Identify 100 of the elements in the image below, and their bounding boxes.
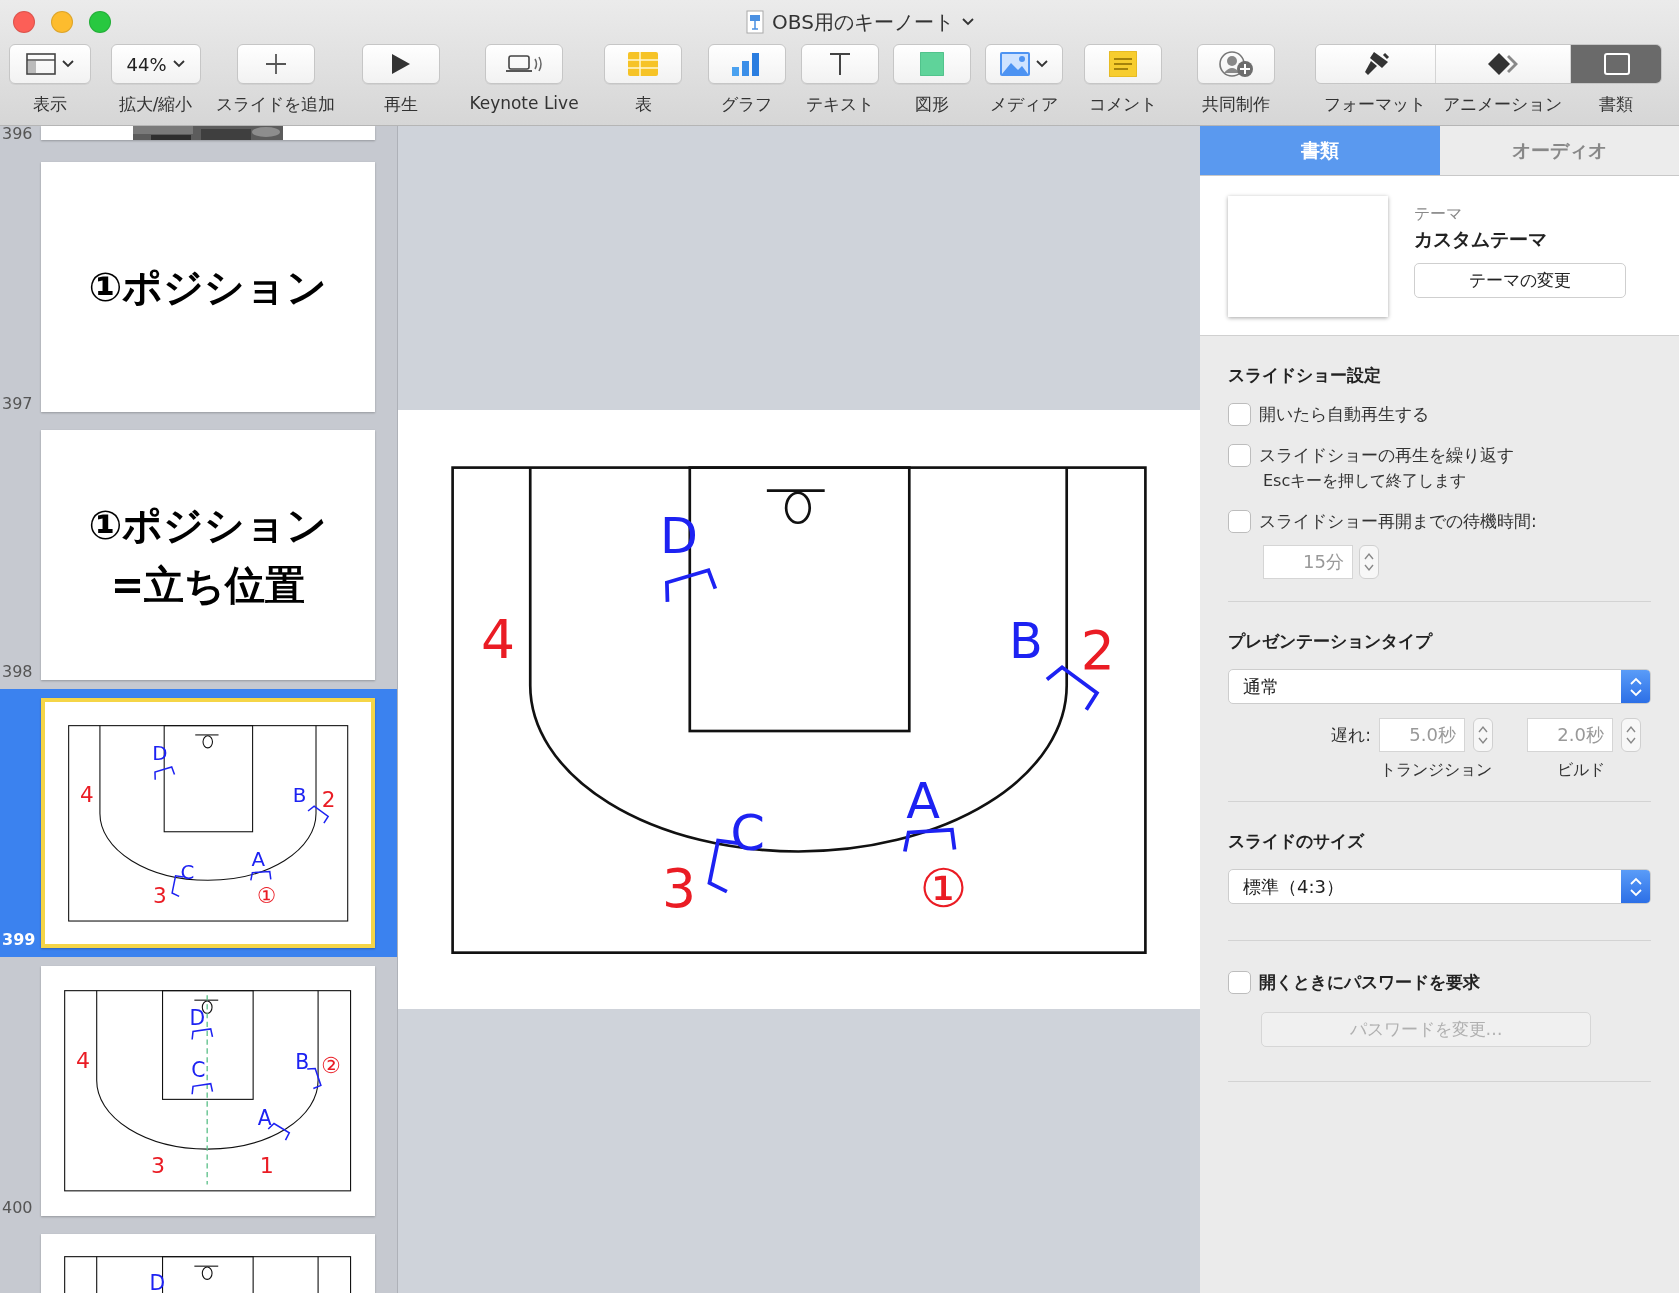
checkbox[interactable] [1228,403,1251,426]
text-icon [828,52,851,76]
laptop-broadcast-icon [505,54,543,74]
add-button[interactable] [236,44,315,84]
animate-tab[interactable] [1436,45,1571,83]
toolbar-label: メディア [990,93,1058,116]
stance-mark [903,827,957,852]
image-icon [1000,52,1030,76]
toolbar-label: アニメーション [1442,93,1563,116]
plus-icon [264,53,287,75]
updown-arrows-icon [1629,876,1642,897]
stance-mark [191,1083,214,1096]
change-theme-button[interactable]: テーマの変更 [1414,263,1626,298]
defender-letter: A [906,772,941,831]
slide-thumbnail[interactable]: ①ポジション [41,162,375,412]
player-number: 4 [481,607,516,671]
toolbar-label: 共同制作 [1202,93,1270,116]
defender-letter: A [258,1106,272,1131]
theme-caption: テーマ [1414,204,1462,225]
slide-number: 396 [1,126,34,142]
toolbar-label: 書類 [1598,93,1634,116]
text-button[interactable] [800,44,879,84]
stance-mark [665,567,718,602]
field-caption: ビルド [1556,760,1606,781]
close-button[interactable] [13,11,35,33]
slide-title: ①ポジション [88,263,328,312]
defender-letter: A [251,848,265,872]
checkbox[interactable] [1228,510,1251,533]
slide-number: 397 [1,396,34,412]
chevron-down-icon [1036,60,1048,68]
option-label: 開くときにパスワードを要求 [1259,971,1480,994]
defender-letter: B [1009,611,1043,670]
player-number: ② [321,1051,342,1078]
player-number: 1 [260,1152,275,1179]
slide-row[interactable]: 396 [0,126,397,153]
stepper[interactable] [1359,545,1379,579]
media-button[interactable] [985,44,1063,84]
stance-mark [191,1028,214,1041]
toolbar-label: コメント [1089,93,1157,116]
slide-row[interactable]: 400 D 4 C B ② A 3 1 [0,957,397,1225]
view-button[interactable] [9,44,91,84]
document-icon [746,10,765,34]
stance-mark [249,870,272,881]
popup-menu[interactable]: 標準（4:3） [1228,869,1651,904]
defender-letter: C [180,861,195,885]
slide-title: =立ち位置 [110,561,306,610]
player-number: 4 [79,782,94,808]
stance-mark [306,1067,323,1090]
document-tab[interactable] [1571,45,1661,83]
minimize-button[interactable] [51,11,73,33]
toolbar-label: フォーマット [1323,93,1427,116]
table-icon [628,52,658,76]
comment-button[interactable] [1084,44,1162,84]
format-tab[interactable] [1316,45,1436,83]
toolbar-label: 表示 [33,93,67,116]
section-heading: プレゼンテーションタイプ [1228,630,1434,653]
live-button[interactable] [485,44,563,84]
section-heading: スライドショー設定 [1228,364,1382,387]
defender-letter: C [730,804,765,863]
segmented-control[interactable] [1315,44,1662,84]
defender-letter: B [292,783,307,807]
note-icon [1109,51,1137,77]
bar-chart-icon [731,52,762,76]
zoom-button[interactable]: 44% [110,44,201,84]
slide-row[interactable]: 398 ①ポジション =立ち位置 [0,421,397,689]
slide-number: 399 [1,932,37,948]
slide-thumbnail[interactable]: ①ポジション =立ち位置 [41,430,375,680]
toolbar-label: テキスト [805,93,874,116]
play-button[interactable] [362,44,440,84]
diamond-icon [1487,52,1519,76]
zoom-button[interactable] [89,11,111,33]
popup-menu[interactable]: 通常 [1228,669,1651,704]
slide-thumbnail[interactable]: D 4 C B ② A 3 1 [41,966,375,1216]
updown-arrows-icon [1629,676,1642,697]
toolbar-label: 再生 [384,93,418,116]
player-number: 3 [151,1152,166,1179]
defender-letter: B [295,1050,310,1075]
delay-label: 遅れ: [1331,723,1371,747]
collaborate-button[interactable] [1197,44,1275,84]
option-label: スライドショー再開までの待機時間: [1259,510,1537,533]
slide-number: 400 [1,1200,34,1216]
panel-icon [1603,53,1630,75]
stepper[interactable] [1621,718,1641,752]
stepper[interactable] [1473,718,1493,752]
chart-button[interactable] [707,44,786,84]
checkbox[interactable] [1228,444,1251,467]
field-caption: トランジション [1379,760,1493,781]
toolbar-label: グラフ [721,93,772,116]
option-label: スライドショーの再生を繰り返す [1259,444,1514,467]
section-heading: スライドのサイズ [1228,830,1366,853]
slide-number: 398 [1,664,34,680]
chevron-down-icon [62,60,74,68]
window-title: OBS用のキーノート [772,8,954,36]
option-label: 開いたら自動再生する [1259,403,1429,426]
stepper-arrows-icon [1478,724,1488,746]
table-button[interactable] [604,44,682,84]
shape-button[interactable] [893,44,971,84]
slide-title: ①ポジション [88,501,328,550]
slide-row[interactable]: 397 ①ポジション [0,153,397,421]
toolbar-label: スライドを追加 [216,93,335,116]
